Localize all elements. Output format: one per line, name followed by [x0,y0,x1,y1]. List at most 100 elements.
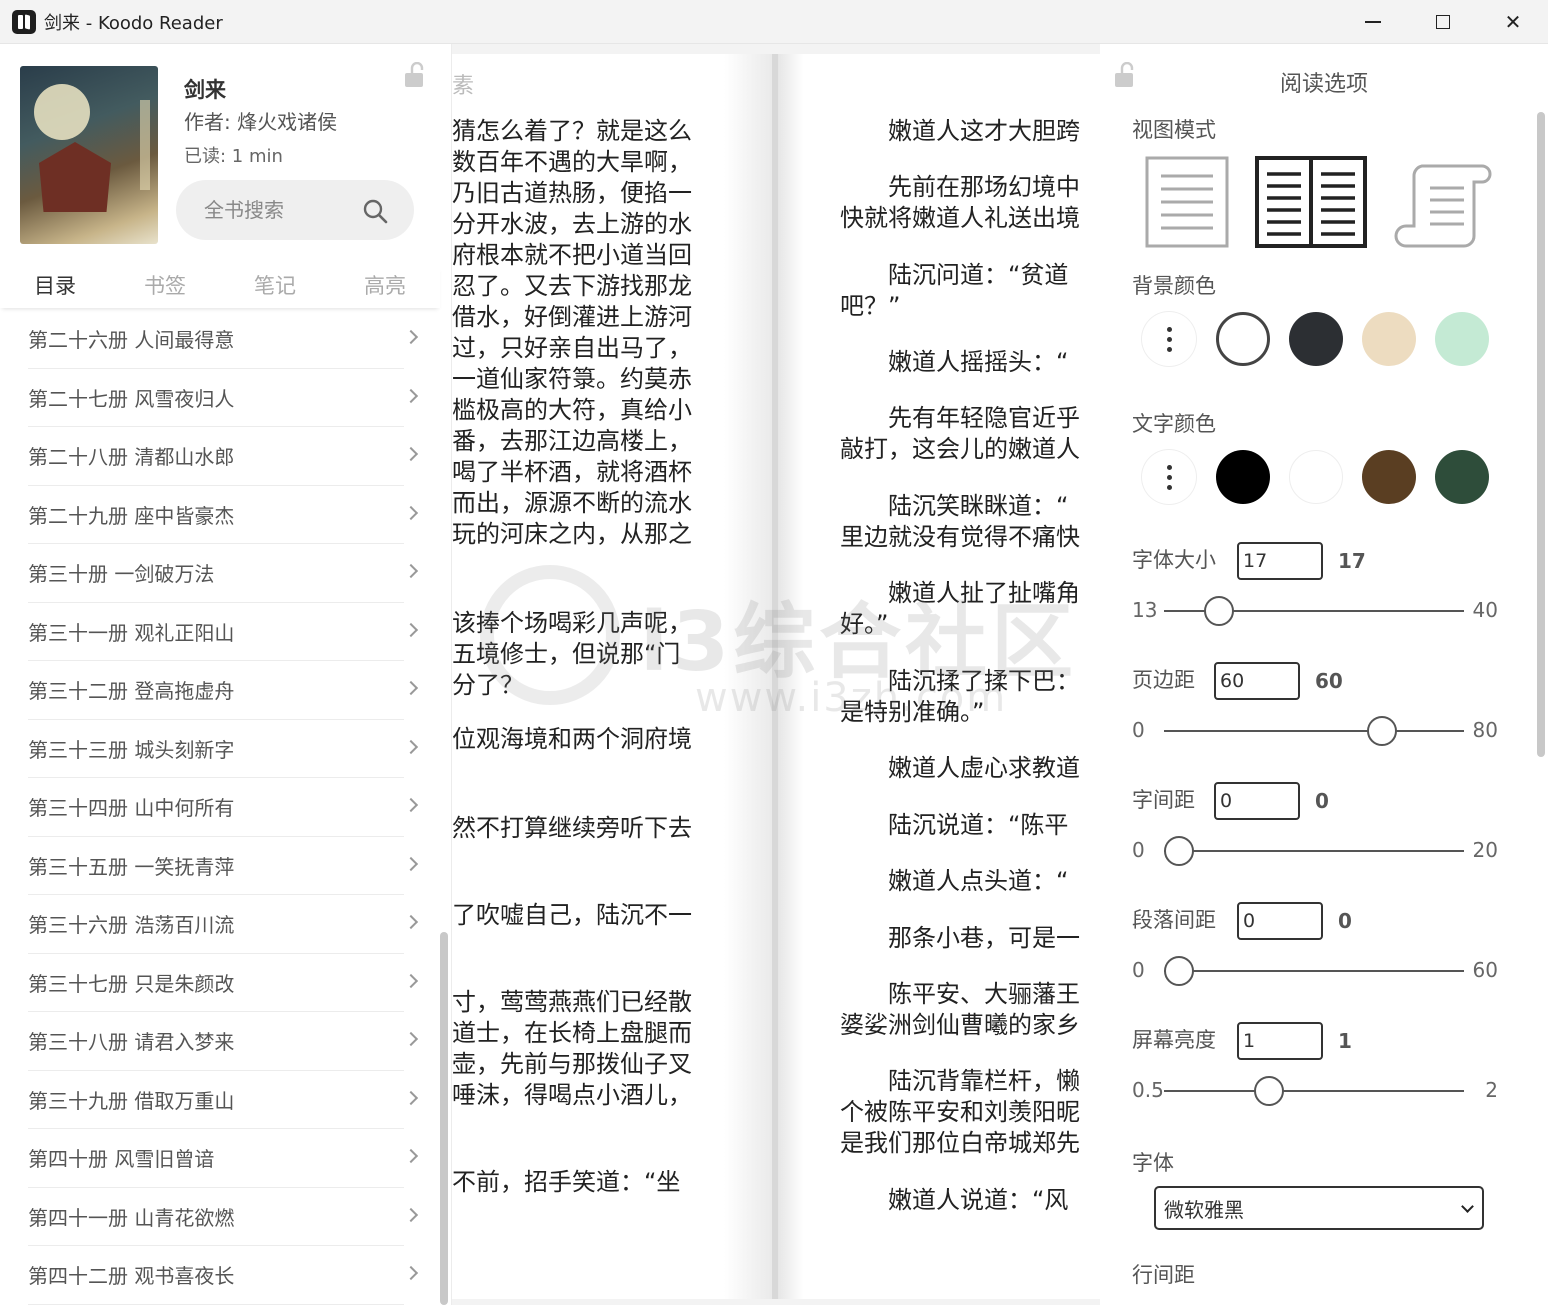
slider-thumb[interactable] [1204,596,1234,626]
bg-color-swatch[interactable] [1289,312,1343,366]
toc-item[interactable]: 第三十七册 只是朱颜改 [28,954,419,1012]
text-color-swatch[interactable] [1362,450,1416,504]
toc-item-label: 第三十二册 登高拖虚舟 [28,679,235,704]
slider-value-input[interactable] [1237,902,1323,940]
chevron-down-icon [1461,1200,1474,1213]
chevron-right-icon [403,1148,419,1164]
minimize-button[interactable] [1338,0,1408,44]
right-page[interactable]: 嫩道人这才大胆跨 先前在那场幻境中 快就将嫩道人礼送出境 陆沉问道：“贫道 吧？… [778,54,1100,1299]
slider-track[interactable] [1164,730,1464,732]
slider-max: 40 [1472,598,1498,622]
toc-item[interactable]: 第三十九册 借取万重山 [28,1071,419,1129]
toc-item-label: 第三十九册 借取万重山 [28,1088,235,1113]
toc-item[interactable]: 第三十六册 浩荡百川流 [28,895,419,954]
chevron-right-icon [403,856,419,871]
toc-item[interactable]: 第三十四册 山中何所有 [28,778,419,837]
slider-value-input[interactable] [1237,1022,1323,1060]
tab-2[interactable]: 笔记 [220,266,330,308]
right-paragraph: 陆沉说道：“陈平 [840,811,1069,839]
unlock-icon[interactable] [404,62,428,88]
tab-1[interactable]: 书签 [110,266,220,308]
chevron-right-icon [403,739,419,754]
text-color-swatch[interactable] [1216,450,1270,504]
text-color-swatch[interactable] [1289,450,1343,504]
bg-color-swatch[interactable] [1362,312,1416,366]
left-page[interactable]: 素 猜怎么着了？就是这么 数百年不遇的大旱啊， 乃旧古道热肠，便掐一 分开水波，… [452,54,772,1299]
slider-track[interactable] [1164,1090,1464,1092]
toc-item[interactable]: 第三十三册 城头刻新字 [28,720,419,778]
bg-color-swatch[interactable] [1435,312,1489,366]
slider-min: 0 [1132,718,1145,742]
scroll-mode-icon[interactable] [1392,156,1492,250]
left-paragraph: 位观海境和两个洞府境 [452,725,692,753]
search-icon[interactable] [362,198,388,224]
toc-item-label: 第三十四册 山中何所有 [28,796,235,821]
toc-item[interactable]: 第四十册 风雪旧曾谙 [28,1129,419,1188]
left-paragraph: 了吹嘘自己，陆沉不一 [452,901,692,929]
maximize-button[interactable] [1408,0,1478,44]
chevron-right-icon [403,1090,419,1105]
dot-icon [1166,464,1172,470]
window-controls: ✕ [1338,0,1548,44]
toc-item[interactable]: 第三十五册 一笑抚青萍 [28,837,419,895]
bg-color-swatch[interactable] [1216,312,1270,366]
font-select-value: 微软雅黑 [1164,1197,1244,1222]
slider-thumb[interactable] [1164,836,1194,866]
dot-icon [1166,336,1172,342]
toc-item[interactable]: 第三十二册 登高拖虚舟 [28,661,419,720]
tab-0[interactable]: 目录 [0,266,110,308]
single-page-mode-icon[interactable] [1145,156,1229,250]
toc-item-label: 第三十册 一剑破万法 [28,562,215,587]
slider-value-input[interactable] [1237,542,1323,580]
chevron-right-icon [403,680,419,696]
text-color-swatch[interactable] [1435,450,1489,504]
toc-item[interactable]: 第二十六册 人间最得意 [28,310,419,369]
toc-item-label: 第二十九册 座中皆豪杰 [28,503,235,528]
slider-value: 17 [1338,549,1366,573]
left-paragraph: 不前，招手笑道：“坐 [452,1168,681,1196]
toc-item[interactable]: 第四十一册 山青花欲燃 [28,1188,419,1246]
right-paragraph: 陆沉笑眯眯道：“ 里边就没有觉得不痛快 [840,492,1080,551]
double-page-mode-icon[interactable] [1255,156,1367,250]
text-color-more-button[interactable] [1142,450,1196,504]
slider-value-input[interactable] [1214,782,1300,820]
options-scrollbar[interactable] [1537,112,1545,757]
slider-thumb[interactable] [1366,716,1397,746]
cover-hall [39,142,111,212]
slider-thumb[interactable] [1254,1076,1284,1106]
cover-side-strip [140,100,150,190]
slider-min: 0.5 [1132,1078,1164,1102]
slider-track[interactable] [1164,970,1464,972]
reading-options-panel: 阅读选项 视图模式 背景颜色 文字颜色 字体 微软雅黑 行间距 字体大小 17 13… [1100,44,1548,1305]
toc-item[interactable]: 第三十八册 请君入梦来 [28,1012,419,1071]
slider-value-input[interactable] [1214,662,1300,700]
bg-color-more-button[interactable] [1142,312,1196,366]
right-paragraph: 嫩道人扯了扯嘴角 好。” [840,579,1080,638]
toc-item[interactable]: 第二十九册 座中皆豪杰 [28,486,419,544]
toc-item-label: 第三十五册 一笑抚青萍 [28,854,235,879]
toc-item[interactable]: 第二十七册 风雪夜归人 [28,369,419,427]
toc-item[interactable]: 第四十二册 观书喜夜长 [28,1246,419,1305]
toc-item[interactable]: 第三十册 一剑破万法 [28,544,419,603]
slider-track[interactable] [1164,850,1464,852]
font-select[interactable]: 微软雅黑 [1154,1186,1484,1230]
slider-max: 20 [1472,838,1498,862]
right-paragraph: 嫩道人这才大胆跨 [840,117,1080,145]
book-sidebar: 剑来 作者: 烽火戏诸侯 已读: 1 min 目录书签笔记高亮 第二十六册 人间… [0,44,452,1305]
toc-item-label: 第三十七册 只是朱颜改 [28,971,235,996]
slider-thumb[interactable] [1164,956,1194,986]
slider-value: 60 [1315,669,1343,693]
tab-3[interactable]: 高亮 [330,266,440,308]
slider-value: 1 [1338,1029,1352,1053]
sidebar-scrollbar[interactable] [440,932,448,1305]
left-paragraph: 寸，莺莺燕燕们已经散 道士，在长椅上盘腿而 壶，先前与那拨仙子叉 唾沫，得喝点小… [452,988,692,1109]
toc-item[interactable]: 第二十八册 清都山水郎 [28,427,419,486]
toc-list: 第二十六册 人间最得意 第二十七册 风雪夜归人 第二十八册 清都山水郎第二十九册 座… [0,310,440,1305]
book-search-box[interactable] [176,180,414,240]
window-titlebar: 剑来 - Koodo Reader ✕ [0,0,1548,44]
toc-item[interactable]: 第三十一册 观礼正阳山 [28,603,419,661]
book-search-input[interactable] [204,198,354,222]
toc-item-label: 第四十一册 山青花欲燃 [28,1205,235,1230]
close-button[interactable]: ✕ [1478,0,1548,44]
chevron-right-icon [403,388,419,403]
